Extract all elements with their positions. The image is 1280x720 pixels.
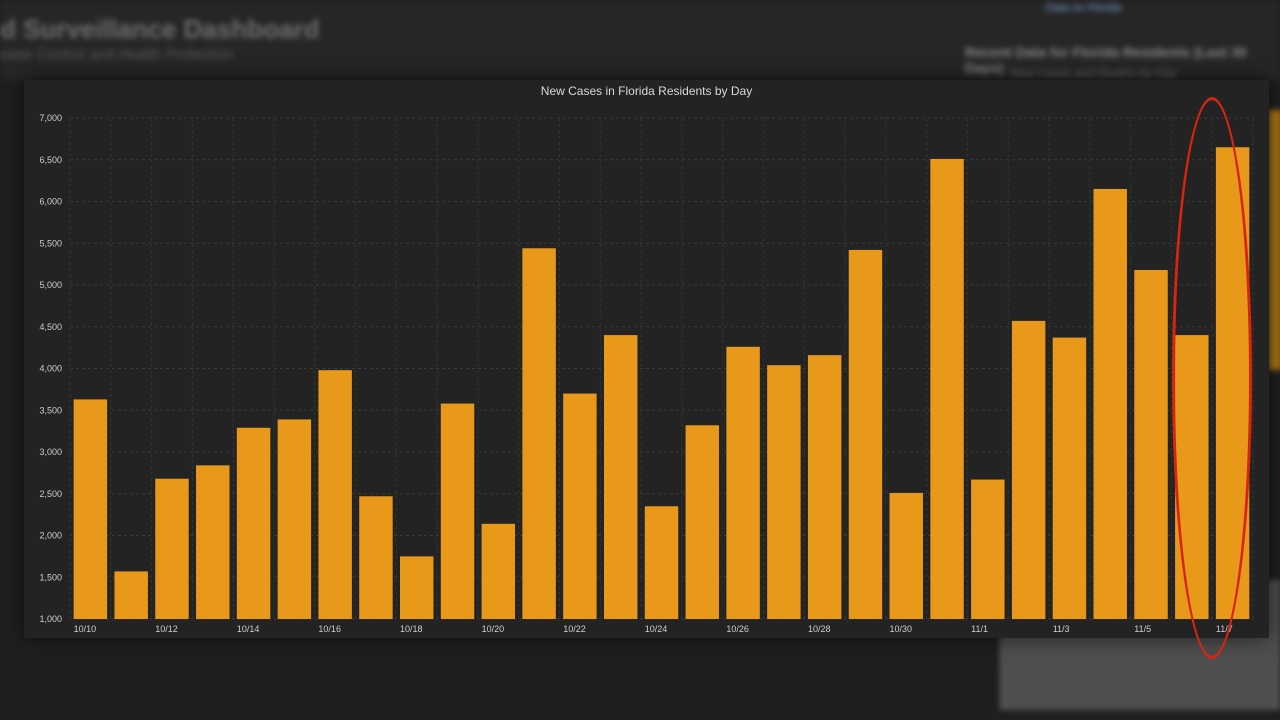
bar-10-21 xyxy=(522,248,556,619)
bar-11-3 xyxy=(1052,337,1087,619)
bar-10-26 xyxy=(726,346,760,619)
y-axis-ticks: 1,000 1,500 2,000 2,500 3,000 3,500 4,000 4,500… xyxy=(39,113,62,624)
bar-10-24 xyxy=(644,506,679,619)
bar-10-12 xyxy=(155,478,189,619)
bar-10-27 xyxy=(767,365,801,619)
y-tick-label: 7,000 xyxy=(39,113,62,123)
bar-10-18 xyxy=(400,556,434,619)
bar-10-14 xyxy=(236,427,271,619)
x-tick-label: 10/10 xyxy=(74,624,97,634)
dashboard-title: d Surveillance Dashboard xyxy=(0,14,320,44)
bar-10-30 xyxy=(889,492,923,619)
backdrop-bar-fragment xyxy=(1268,110,1280,370)
y-tick-label: 1,500 xyxy=(39,572,62,582)
bar-10-15 xyxy=(277,419,312,619)
x-tick-label: 10/22 xyxy=(563,624,586,634)
x-axis-ticks: 10/10 10/12 10/14 10/16 10/18 10/20 10/22 10/24… xyxy=(74,624,1233,634)
y-tick-label: 6,500 xyxy=(39,155,62,165)
bar-10-31 xyxy=(930,158,964,619)
x-tick-label: 10/28 xyxy=(808,624,831,634)
bar-10-11 xyxy=(114,571,148,619)
x-tick-label: 11/5 xyxy=(1134,624,1151,634)
bar-10-19 xyxy=(440,403,475,619)
bar-10-20 xyxy=(481,523,516,619)
y-tick-label: 3,500 xyxy=(39,405,62,415)
x-tick-label: 11/1 xyxy=(971,624,988,634)
bar-10-17 xyxy=(359,496,393,619)
bar-10-10 xyxy=(73,399,108,619)
bar-10-22 xyxy=(563,393,597,619)
highlight-ellipse xyxy=(1172,97,1252,659)
bar-10-23 xyxy=(603,335,638,619)
x-tick-label: 10/18 xyxy=(400,624,423,634)
y-tick-label: 3,000 xyxy=(39,447,62,457)
dashboard-link[interactable]: Data on Florida xyxy=(1046,2,1121,14)
y-tick-label: 4,500 xyxy=(39,322,62,332)
x-tick-label: 10/14 xyxy=(237,624,260,634)
bar-chart: 1,000 1,500 2,000 2,500 3,000 3,500 4,000 4,500… xyxy=(39,113,1254,634)
bar-10-28 xyxy=(807,355,842,619)
bar-11-2 xyxy=(1011,320,1046,619)
y-tick-label: 5,000 xyxy=(39,280,62,290)
bar-11-4 xyxy=(1093,188,1127,619)
x-tick-label: 10/24 xyxy=(645,624,668,634)
x-tick-label: 10/12 xyxy=(155,624,178,634)
recent-data-subtitle: New Cases and Deaths by Day xyxy=(1010,66,1177,80)
bar-10-16 xyxy=(318,370,352,619)
bars xyxy=(73,147,1250,619)
x-tick-label: 10/16 xyxy=(318,624,341,634)
bar-10-13 xyxy=(196,465,230,619)
y-tick-label: 4,000 xyxy=(39,364,62,374)
y-tick-label: 2,000 xyxy=(39,531,62,541)
bar-11-5 xyxy=(1134,269,1168,619)
y-tick-label: 2,500 xyxy=(39,489,62,499)
x-tick-label: 10/30 xyxy=(890,624,913,634)
x-tick-label: 11/3 xyxy=(1053,624,1070,634)
bar-10-29 xyxy=(848,249,883,619)
y-tick-label: 6,000 xyxy=(39,197,62,207)
y-tick-label: 1,000 xyxy=(39,614,62,624)
y-tick-label: 5,500 xyxy=(39,238,62,248)
x-tick-label: 10/20 xyxy=(482,624,505,634)
chart-panel: New Cases in Florida Residents by Day 1,… xyxy=(24,80,1269,638)
dashboard-subtitle: ease Control and Health Protection xyxy=(0,46,234,63)
bar-10-25 xyxy=(685,425,720,619)
x-tick-label: 10/26 xyxy=(726,624,749,634)
bar-11-1 xyxy=(971,479,1005,619)
